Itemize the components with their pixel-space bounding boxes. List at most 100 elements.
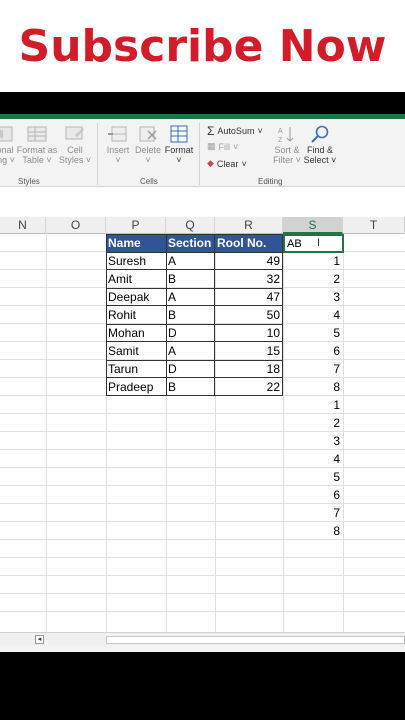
table-cell-section[interactable]: B — [166, 306, 215, 324]
column-header-p[interactable]: P — [106, 217, 166, 234]
table-cell-name[interactable]: Deepak — [106, 288, 166, 306]
find-select-label-1: Find & — [306, 145, 333, 155]
formula-bar-area — [0, 186, 405, 217]
fill-dropdown-caret: ˅ — [233, 141, 239, 152]
table-cell-roll-no[interactable]: 50 — [215, 306, 283, 324]
column-s-cell[interactable]: 4 — [283, 306, 343, 324]
grid-line — [0, 539, 405, 540]
column-s-cell[interactable]: 1 — [283, 252, 343, 270]
table-cell-name[interactable]: Samit — [106, 342, 166, 360]
table-cell-roll-no[interactable]: 32 — [215, 270, 283, 288]
column-header-o[interactable]: O — [46, 217, 106, 234]
clear-button[interactable]: ◆ Clear ˅ — [207, 158, 247, 169]
column-s-cell[interactable]: 1 — [283, 396, 343, 414]
table-cell-name[interactable]: Amit — [106, 270, 166, 288]
table-cell-roll-no[interactable]: 10 — [215, 324, 283, 342]
column-s-cell[interactable]: 8 — [283, 378, 343, 396]
table-cell-name[interactable]: Pradeep — [106, 378, 166, 396]
column-s-cell[interactable]: 7 — [283, 504, 343, 522]
table-cell-roll-no[interactable]: 49 — [215, 252, 283, 270]
column-s-cell[interactable]: 4 — [283, 450, 343, 468]
table-cell-section[interactable]: A — [166, 288, 215, 306]
table-header-name[interactable]: Name — [106, 234, 166, 252]
insert-button[interactable]: Insert ˅ — [103, 125, 133, 165]
cells-group-label: Cells — [140, 177, 158, 186]
table-cell-section[interactable]: A — [166, 252, 215, 270]
column-s-cell[interactable]: 6 — [283, 342, 343, 360]
fill-button[interactable]: ▦ Fill ˅ — [207, 141, 238, 152]
table-cell-section[interactable]: D — [166, 324, 215, 342]
grid-line — [0, 575, 405, 576]
column-s-cell[interactable]: 3 — [283, 288, 343, 306]
table-cell-roll-no[interactable]: 18 — [215, 360, 283, 378]
active-cell-editor[interactable]: AB I — [283, 234, 344, 253]
format-button[interactable]: Format ˅ — [163, 125, 195, 165]
subscribe-banner: Subscribe Now — [0, 0, 405, 92]
clear-label: Clear — [216, 158, 239, 169]
column-header-t[interactable]: T — [343, 217, 405, 234]
sheet-scroll-left-button[interactable]: ◂ — [35, 635, 44, 644]
column-header-r[interactable]: R — [215, 217, 283, 234]
table-cell-roll-no[interactable]: 15 — [215, 342, 283, 360]
table-cell-roll-no[interactable]: 47 — [215, 288, 283, 306]
table-cell-name[interactable]: Mohan — [106, 324, 166, 342]
cell-styles-label-1: Cell — [67, 145, 83, 155]
table-header-roll-no[interactable]: Rool No. — [215, 234, 283, 252]
autosum-button[interactable]: Σ AutoSum ˅ — [207, 124, 263, 138]
format-as-table-button[interactable]: Format as Table ˅ — [16, 125, 58, 165]
fill-label: Fill — [218, 141, 231, 152]
find-select-button[interactable]: Find & Select ˅ — [303, 125, 337, 165]
grid-line — [0, 593, 405, 594]
column-s-cell[interactable]: 6 — [283, 486, 343, 504]
horizontal-scrollbar[interactable] — [106, 636, 405, 644]
conditional-formatting-button[interactable]: onal ing ˅ — [0, 125, 16, 165]
delete-button[interactable]: Delete ˅ — [133, 125, 163, 165]
sort-filter-icon: AZ — [278, 127, 294, 143]
table-cell-section[interactable]: B — [166, 378, 215, 396]
styles-group-label: Styles — [18, 177, 40, 186]
format-dropdown-caret: ˅ — [176, 155, 182, 165]
group-separator — [199, 123, 200, 185]
format-label: Format — [164, 145, 194, 155]
group-separator — [97, 123, 98, 185]
table-cell-roll-no[interactable]: 22 — [215, 378, 283, 396]
insert-dropdown-caret: ˅ — [115, 155, 121, 165]
column-s-cell[interactable]: 5 — [283, 324, 343, 342]
grid-line — [0, 521, 405, 522]
insert-label: Insert — [106, 145, 130, 155]
table-format-icon — [27, 126, 47, 142]
table-cell-name[interactable]: Rohit — [106, 306, 166, 324]
column-s-cell[interactable]: 2 — [283, 414, 343, 432]
table-cell-section[interactable]: D — [166, 360, 215, 378]
grid-line — [46, 234, 47, 632]
grid-line — [0, 611, 405, 612]
column-s-cell[interactable]: 5 — [283, 468, 343, 486]
worksheet-grid[interactable]: Name Section Rool No. Suresh A 49 Amit B… — [0, 234, 405, 632]
column-header-n[interactable]: N — [0, 217, 46, 234]
table-header-section[interactable]: Section — [166, 234, 215, 252]
sort-filter-button[interactable]: AZ Sort & Filter ˅ — [270, 125, 304, 165]
table-cell-section[interactable]: B — [166, 270, 215, 288]
column-header-q[interactable]: Q — [166, 217, 215, 234]
delete-label: Delete — [134, 145, 161, 155]
sort-filter-label-1: Sort & — [274, 145, 300, 155]
cell-styles-icon — [65, 126, 84, 140]
column-headers: N O P Q R S T — [0, 217, 405, 234]
screen: Subscribe Now onal ing ˅ Format as Table… — [0, 0, 405, 720]
column-header-s[interactable]: S — [283, 217, 343, 234]
column-s-cell[interactable]: 2 — [283, 270, 343, 288]
cell-styles-button[interactable]: Cell Styles ˅ — [58, 125, 92, 165]
conditional-label-2: ing ˅ — [0, 155, 15, 165]
column-s-cell[interactable]: 3 — [283, 432, 343, 450]
format-as-table-label-1: Format as — [16, 145, 58, 155]
table-cell-section[interactable]: A — [166, 342, 215, 360]
column-s-cell[interactable]: 7 — [283, 360, 343, 378]
text-cursor-icon: I — [317, 237, 321, 249]
sheet-tab-bar: ◂ — [0, 632, 405, 646]
table-cell-name[interactable]: Suresh — [106, 252, 166, 270]
autosum-dropdown-caret: ˅ — [257, 126, 263, 136]
column-s-cell[interactable]: 8 — [283, 522, 343, 540]
active-cell-text: AB — [287, 238, 302, 250]
table-cell-name[interactable]: Tarun — [106, 360, 166, 378]
sort-filter-label-2: Filter ˅ — [273, 155, 301, 165]
